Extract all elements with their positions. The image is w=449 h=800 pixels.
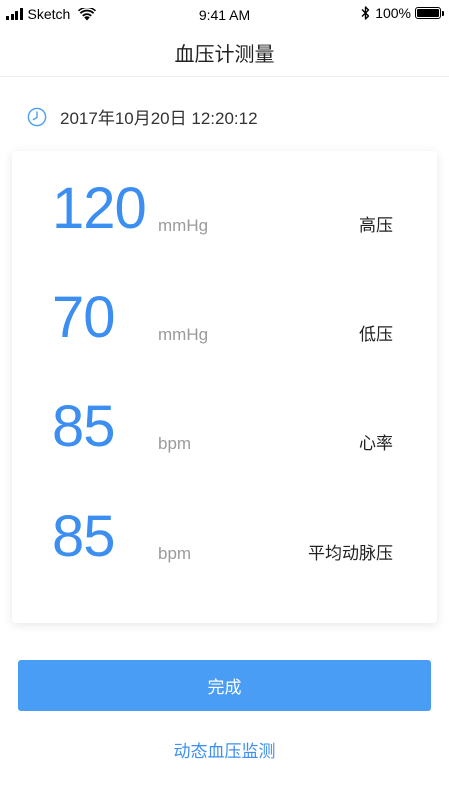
- metric-unit: mmHg: [158, 216, 209, 235]
- nav-divider: [0, 76, 449, 77]
- metric-unit: mmHg: [158, 325, 209, 344]
- metric-label: 心率: [359, 434, 393, 453]
- metric-value: 70: [52, 285, 116, 350]
- metric-label: 高压: [359, 216, 393, 235]
- clock-icon: [27, 107, 47, 126]
- page-title: 血压计测量: [174, 44, 275, 66]
- metric-value: 85: [52, 394, 116, 459]
- metric-unit: bpm: [158, 434, 192, 453]
- readings-card: 120 mmHg 高压 70 mmHg 低压 85 bpm 心率 85 bpm …: [12, 151, 437, 623]
- metric-value: 85: [52, 504, 116, 569]
- bluetooth-icon: [361, 6, 370, 20]
- battery-percent: 100%: [375, 5, 411, 21]
- measurement-datetime: 2017年10月20日 12:20:12: [60, 109, 258, 128]
- metric-value: 120: [52, 176, 147, 241]
- done-button[interactable]: 完成: [18, 660, 431, 711]
- measurement-time-row: 2017年10月20日 12:20:12: [27, 104, 258, 129]
- dynamic-bp-monitoring-link[interactable]: 动态血压监测: [0, 737, 449, 762]
- metric-heart-rate: 85 bpm 心率: [12, 376, 437, 456]
- battery-icon: [415, 7, 444, 19]
- metric-diastolic: 70 mmHg 低压: [12, 267, 437, 347]
- status-bar: Sketch 9:41 AM 100%: [0, 0, 449, 30]
- metric-mean-arterial-pressure: 85 bpm 平均动脉压: [12, 486, 437, 566]
- status-right: 100%: [361, 5, 444, 21]
- metric-systolic: 120 mmHg 高压: [12, 158, 437, 238]
- metric-label: 平均动脉压: [308, 544, 393, 563]
- metric-unit: bpm: [158, 544, 192, 563]
- metric-label: 低压: [359, 325, 393, 344]
